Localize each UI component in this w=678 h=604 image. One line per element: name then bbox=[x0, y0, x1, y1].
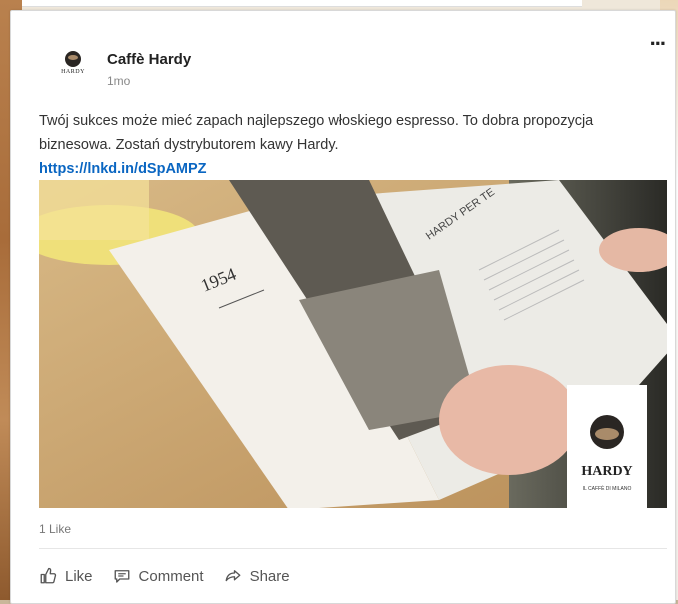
post-header: HARDY Caffè Hardy 1mo ... bbox=[11, 11, 675, 91]
post-text: Twój sukces może mieć zapach najlepszego… bbox=[39, 113, 594, 153]
comment-icon bbox=[114, 570, 129, 583]
post-time: 1mo bbox=[107, 74, 131, 88]
author-avatar[interactable]: HARDY bbox=[51, 49, 95, 93]
post-link[interactable]: https://lnkd.in/dSpAMPZ bbox=[39, 157, 649, 181]
more-options-icon[interactable]: ... bbox=[650, 27, 666, 49]
like-label: Like bbox=[65, 567, 93, 585]
brochure-photo: 1954 HARDY PER TE HARDY IL CAFFÈ DI MILA… bbox=[39, 180, 667, 508]
share-label: Share bbox=[249, 567, 290, 585]
hand-bottom bbox=[439, 365, 579, 475]
share-button[interactable]: Share bbox=[224, 567, 290, 585]
comment-label: Comment bbox=[138, 567, 204, 585]
brand-tagline: IL CAFFÈ DI MILANO bbox=[583, 485, 632, 492]
cup bbox=[39, 180, 149, 240]
like-button[interactable]: Like bbox=[39, 567, 93, 585]
brand-name: HARDY bbox=[581, 464, 632, 479]
author-name[interactable]: Caffè Hardy bbox=[107, 51, 191, 68]
comment-button[interactable]: Comment bbox=[113, 567, 204, 585]
post-card: HARDY Caffè Hardy 1mo ... Twój sukces mo… bbox=[10, 10, 676, 604]
reaction-count[interactable]: 1 Like bbox=[39, 522, 71, 536]
post-body: Twój sukces może mieć zapach najlepszego… bbox=[39, 109, 649, 181]
hardy-logo-icon bbox=[65, 51, 81, 67]
thumbs-up-icon bbox=[40, 567, 57, 584]
divider bbox=[39, 548, 667, 549]
share-arrow-icon bbox=[225, 570, 240, 582]
action-bar: Like Comment Share bbox=[39, 562, 290, 590]
background-strip bbox=[22, 0, 582, 7]
logo-word: HARDY bbox=[61, 69, 85, 75]
post-image[interactable]: 1954 HARDY PER TE HARDY IL CAFFÈ DI MILA… bbox=[39, 180, 667, 508]
